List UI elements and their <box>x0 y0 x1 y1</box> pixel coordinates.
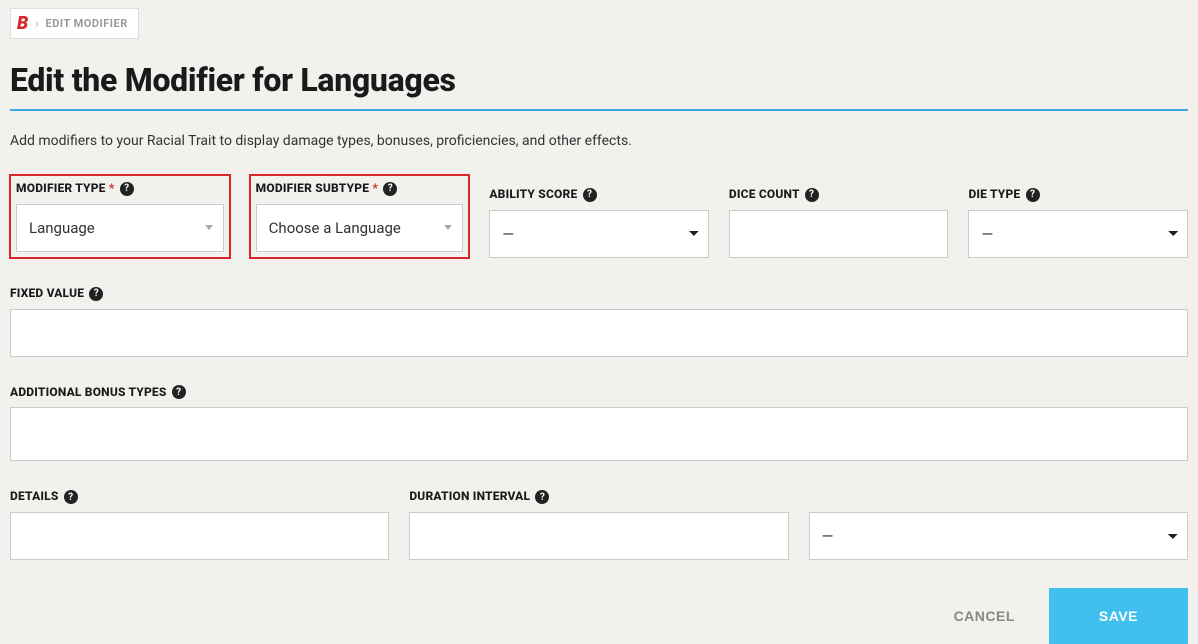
save-button[interactable]: SAVE <box>1049 588 1188 644</box>
duration-interval-input[interactable] <box>409 512 788 560</box>
additional-bonus-types-input[interactable] <box>10 407 1188 461</box>
form-footer: CANCEL SAVE <box>10 588 1188 644</box>
help-icon[interactable]: ? <box>383 182 397 196</box>
field-modifier-subtype: MODIFIER SUBTYPE * ? Choose a Language <box>250 175 470 258</box>
title-divider <box>10 109 1188 111</box>
duration-unit-select[interactable]: — <box>809 512 1188 560</box>
label-dice-count: DICE COUNT ? <box>729 187 949 202</box>
help-icon[interactable]: ? <box>120 182 134 196</box>
chevron-down-icon <box>205 225 213 230</box>
field-fixed-value: FIXED VALUE ? <box>10 286 1188 357</box>
help-icon[interactable]: ? <box>64 490 78 504</box>
field-duration-unit: x — <box>809 490 1188 560</box>
field-ability-score: ABILITY SCORE ? — <box>489 187 709 258</box>
help-icon[interactable]: ? <box>89 287 103 301</box>
label-ability-score: ABILITY SCORE ? <box>489 187 709 202</box>
label-modifier-subtype: MODIFIER SUBTYPE * ? <box>256 181 464 196</box>
label-details: DETAILS ? <box>10 489 389 504</box>
logo-icon[interactable]: B <box>17 13 29 34</box>
label-die-type: DIE TYPE ? <box>968 187 1188 202</box>
form-row-3: DETAILS ? DURATION INTERVAL ? x — <box>10 489 1188 560</box>
modifier-subtype-select[interactable]: Choose a Language <box>256 204 464 252</box>
label-fixed-value: FIXED VALUE ? <box>10 286 1188 301</box>
field-duration-interval: DURATION INTERVAL ? <box>409 489 788 560</box>
field-modifier-type: MODIFIER TYPE * ? Language <box>10 175 230 258</box>
help-icon[interactable]: ? <box>1026 188 1040 202</box>
field-details: DETAILS ? <box>10 489 389 560</box>
ability-score-select[interactable]: — <box>489 210 709 258</box>
field-dice-count: DICE COUNT ? <box>729 187 949 258</box>
label-duration-interval: DURATION INTERVAL ? <box>409 489 788 504</box>
details-input[interactable] <box>10 512 389 560</box>
dice-count-input[interactable] <box>729 210 949 258</box>
chevron-down-icon <box>444 225 452 230</box>
page-title: Edit the Modifier for Languages <box>10 61 1188 99</box>
page-description: Add modifiers to your Racial Trait to di… <box>10 133 1188 149</box>
help-icon[interactable]: ? <box>172 385 186 399</box>
breadcrumb-current: EDIT MODIFIER <box>46 17 128 30</box>
breadcrumb: B › EDIT MODIFIER <box>10 8 139 39</box>
chevron-right-icon: › <box>35 16 40 32</box>
form-row-1: MODIFIER TYPE * ? Language MODIFIER SUBT… <box>10 175 1188 258</box>
modifier-type-select[interactable]: Language <box>16 204 224 252</box>
fixed-value-input[interactable] <box>10 309 1188 357</box>
label-modifier-type: MODIFIER TYPE * ? <box>16 181 224 196</box>
cancel-button[interactable]: CANCEL <box>930 588 1039 644</box>
field-additional-bonus-types: ADDITIONAL BONUS TYPES ? <box>10 385 1188 462</box>
label-additional-bonus-types: ADDITIONAL BONUS TYPES ? <box>10 385 1188 400</box>
help-icon[interactable]: ? <box>583 188 597 202</box>
die-type-select[interactable]: — <box>968 210 1188 258</box>
field-die-type: DIE TYPE ? — <box>968 187 1188 258</box>
help-icon[interactable]: ? <box>805 188 819 202</box>
help-icon[interactable]: ? <box>535 490 549 504</box>
